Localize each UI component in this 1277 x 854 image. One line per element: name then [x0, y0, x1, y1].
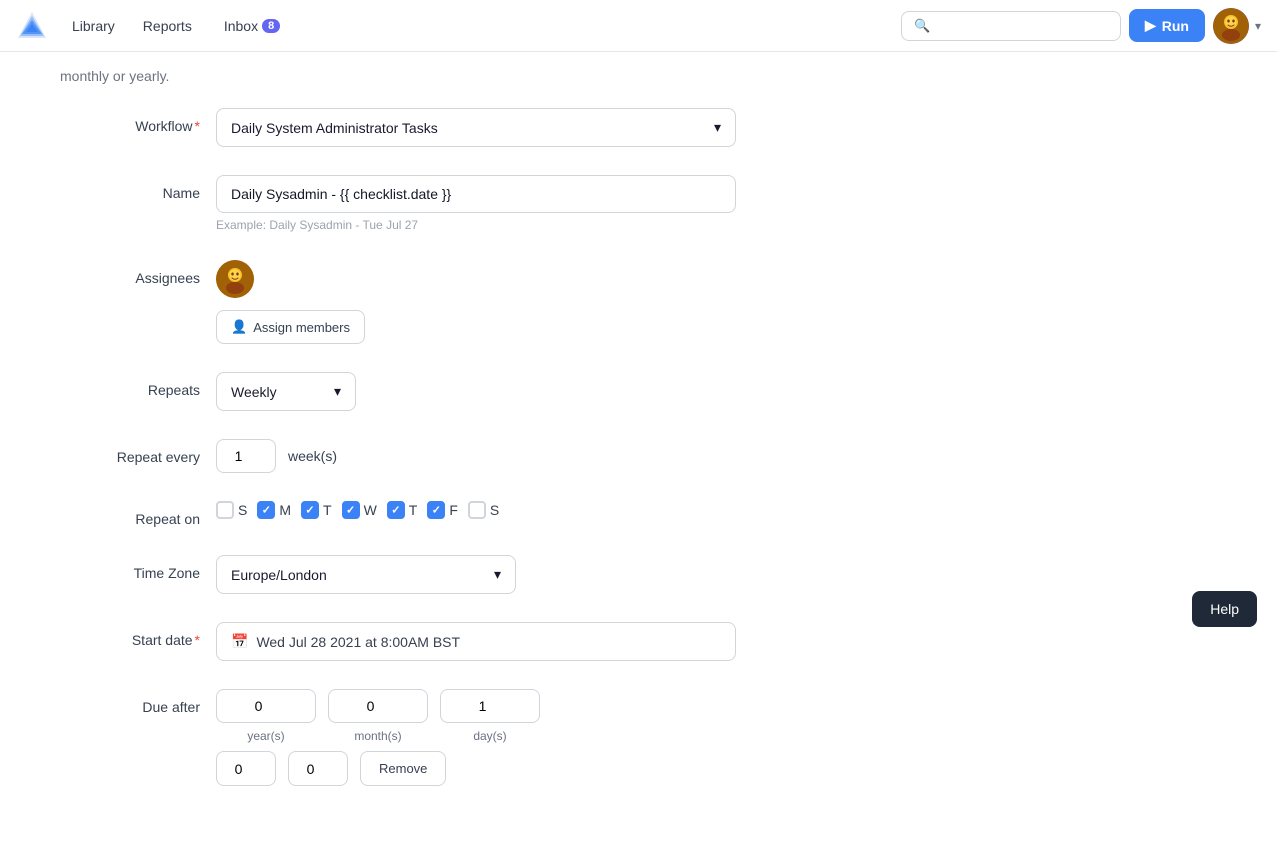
day-label-s1: S: [238, 502, 247, 518]
repeat-on-days: S M T W: [216, 501, 736, 519]
run-button[interactable]: ▶ Run: [1129, 9, 1205, 42]
repeats-row: Repeats Weekly ▾: [60, 372, 1040, 411]
workflow-dropdown[interactable]: Daily System Administrator Tasks ▾: [216, 108, 736, 147]
timezone-chevron-icon: ▾: [494, 566, 501, 583]
day-item-t1: T: [301, 501, 332, 519]
main-content: monthly or yearly. Workflow* Daily Syste…: [0, 52, 1100, 854]
day-label-s2: S: [490, 502, 499, 518]
help-button[interactable]: Help: [1192, 591, 1257, 627]
due-second-row: Remove: [216, 751, 736, 786]
due-after-grid: year(s) month(s) day(s): [216, 689, 736, 743]
due-year-col: year(s): [216, 689, 316, 743]
workflow-row: Workflow* Daily System Administrator Tas…: [60, 108, 1040, 147]
day-label-w: W: [364, 502, 377, 518]
due-after-row: Due after year(s) month(s) day(s): [60, 689, 1040, 786]
assignees-label: Assignees: [60, 260, 200, 286]
assignees-row: Assignees 👤: [60, 260, 1040, 344]
day-checkbox-t1[interactable]: [301, 501, 319, 519]
repeats-dropdown[interactable]: Weekly ▾: [216, 372, 356, 411]
avatar-chevron[interactable]: ▾: [1255, 19, 1261, 33]
day-item-s1: S: [216, 501, 247, 519]
repeats-chevron-icon: ▾: [334, 383, 341, 400]
start-date-row: Start date* 📅 Wed Jul 28 2021 at 8:00AM …: [60, 622, 1040, 661]
start-date-picker[interactable]: 📅 Wed Jul 28 2021 at 8:00AM BST: [216, 622, 736, 661]
name-input[interactable]: [216, 175, 736, 213]
due-second-month-input[interactable]: [288, 751, 348, 786]
search-bar[interactable]: 🔍: [901, 11, 1121, 41]
day-item-m: M: [257, 501, 291, 519]
assignees-list: [216, 260, 736, 298]
due-year-input[interactable]: [216, 689, 316, 723]
repeat-on-label: Repeat on: [60, 501, 200, 527]
due-second-year-input[interactable]: [216, 751, 276, 786]
app-logo[interactable]: [16, 10, 48, 42]
day-label-f: F: [449, 502, 458, 518]
day-checkbox-m[interactable]: [257, 501, 275, 519]
inbox-label: Inbox: [224, 18, 258, 34]
nav-library[interactable]: Library: [64, 12, 123, 40]
day-checkbox-w[interactable]: [342, 501, 360, 519]
day-checkbox-s1[interactable]: [216, 501, 234, 519]
due-day-col: day(s): [440, 689, 540, 743]
scroll-hint: monthly or yearly.: [60, 52, 1040, 108]
search-icon: 🔍: [914, 18, 930, 34]
due-day-input[interactable]: [440, 689, 540, 723]
assignee-avatar[interactable]: [216, 260, 254, 298]
due-year-unit: year(s): [216, 729, 316, 743]
due-month-input[interactable]: [328, 689, 428, 723]
day-item-t2: T: [387, 501, 418, 519]
workflow-chevron-icon: ▾: [714, 119, 721, 136]
start-date-value: Wed Jul 28 2021 at 8:00AM BST: [256, 634, 460, 650]
due-day-unit: day(s): [440, 729, 540, 743]
person-icon: 👤: [231, 319, 247, 335]
day-item-w: W: [342, 501, 377, 519]
day-item-s2: S: [468, 501, 499, 519]
remove-button[interactable]: Remove: [360, 751, 446, 786]
run-icon: ▶: [1145, 17, 1156, 34]
name-row: Name Example: Daily Sysadmin - Tue Jul 2…: [60, 175, 1040, 232]
day-label-m: M: [279, 502, 291, 518]
calendar-icon: 📅: [231, 633, 248, 650]
assign-members-button[interactable]: 👤 Assign members: [216, 310, 365, 344]
workflow-value: Daily System Administrator Tasks: [231, 120, 438, 136]
repeat-on-row: Repeat on S M T: [60, 501, 1040, 527]
day-checkbox-f[interactable]: [427, 501, 445, 519]
day-item-f: F: [427, 501, 458, 519]
nav-inbox[interactable]: Inbox 8: [212, 12, 292, 40]
avatar[interactable]: [1213, 8, 1249, 44]
nav-reports[interactable]: Reports: [131, 12, 204, 40]
timezone-label: Time Zone: [60, 555, 200, 581]
day-checkbox-t2[interactable]: [387, 501, 405, 519]
day-checkbox-s2[interactable]: [468, 501, 486, 519]
start-date-label: Start date*: [60, 622, 200, 648]
topnav: Library Reports Inbox 8 🔍 ▶ Run ▾: [0, 0, 1277, 52]
day-label-t1: T: [323, 502, 332, 518]
name-hint: Example: Daily Sysadmin - Tue Jul 27: [216, 218, 736, 232]
timezone-value: Europe/London: [231, 567, 327, 583]
due-after-label: Due after: [60, 689, 200, 715]
timezone-dropdown[interactable]: Europe/London ▾: [216, 555, 516, 594]
repeat-every-unit: week(s): [288, 448, 337, 464]
repeat-every-input[interactable]: [216, 439, 276, 473]
inbox-count-badge: 8: [262, 19, 280, 33]
repeats-label: Repeats: [60, 372, 200, 398]
repeat-every-label: Repeat every: [60, 439, 200, 465]
name-label: Name: [60, 175, 200, 201]
timezone-row: Time Zone Europe/London ▾: [60, 555, 1040, 594]
due-month-col: month(s): [328, 689, 428, 743]
day-label-t2: T: [409, 502, 418, 518]
due-month-unit: month(s): [328, 729, 428, 743]
repeats-value: Weekly: [231, 384, 277, 400]
repeat-every-row: Repeat every week(s): [60, 439, 1040, 473]
workflow-label: Workflow*: [60, 108, 200, 134]
